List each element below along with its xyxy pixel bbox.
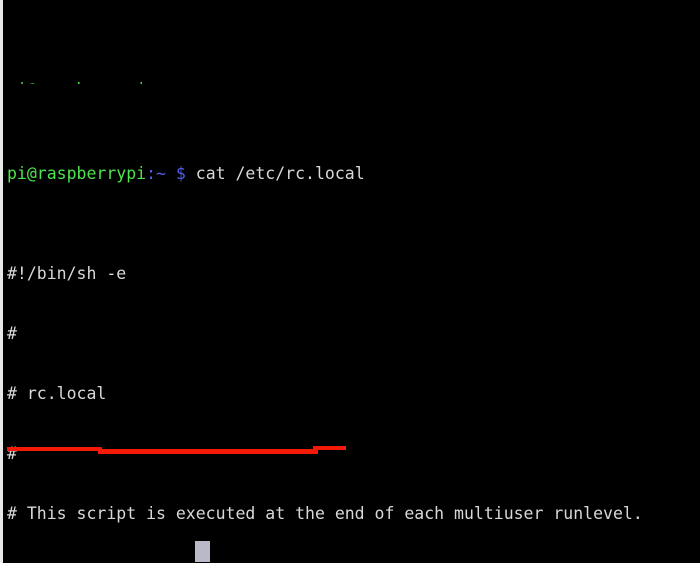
red-underline-annotation: [313, 446, 346, 450]
prompt-path: ~: [156, 164, 166, 183]
red-underline-annotation: [7, 447, 102, 451]
scrollback-partial-text: pi@raspberrypi: [7, 80, 146, 84]
file-line-shebang: #!/bin/sh -e: [7, 264, 127, 283]
command-text: cat /etc/rc.local: [185, 164, 365, 183]
prompt-colon: :: [146, 164, 157, 183]
file-line-title: # rc.local: [7, 384, 107, 403]
file-line-comment: #: [7, 324, 17, 343]
prompt-user-host: pi@raspberrypi: [7, 164, 147, 183]
window-left-border: [0, 0, 3, 563]
prompt-line-top[interactable]: pi@raspberrypi:~ $ cat /etc/rc.local: [7, 164, 700, 184]
terminal-screen[interactable]: pi@raspberrypi pi@raspberrypi:~ $ cat /e…: [0, 0, 700, 563]
scrollback-partial-line: pi@raspberrypi: [7, 80, 700, 84]
file-line-description: # This script is executed at the end of …: [7, 504, 643, 523]
red-underline-annotation: [98, 449, 318, 454]
terminal-window[interactable]: pi@raspberrypi pi@raspberrypi:~ $ cat /e…: [0, 0, 700, 563]
text-cursor: [195, 541, 210, 562]
prompt-symbol: $: [175, 164, 186, 183]
file-line-comment: #: [7, 444, 17, 463]
